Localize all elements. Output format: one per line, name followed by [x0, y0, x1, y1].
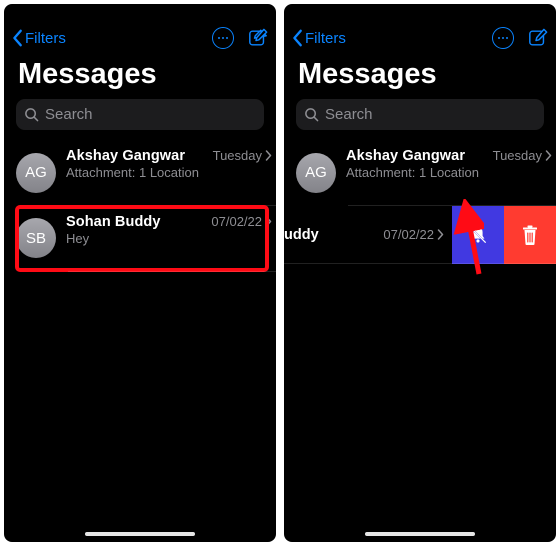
swipe-mute-button[interactable]	[452, 206, 504, 264]
avatar: AG	[296, 153, 336, 193]
back-label: Filters	[305, 30, 346, 47]
swipe-delete-button[interactable]	[504, 206, 556, 264]
page-title: Messages	[4, 58, 276, 99]
timestamp: Tuesday	[493, 148, 552, 163]
conversations-list: AG Akshay Gangwar Tuesday Attachment: 1 …	[284, 140, 556, 264]
phone-left: Filters Messages Search	[4, 4, 276, 542]
home-indicator[interactable]	[365, 532, 475, 536]
search-placeholder: Search	[45, 106, 93, 123]
message-preview: Attachment: 1 Location	[66, 165, 272, 198]
conversation-row-swiped[interactable]: uddy 07/02/22	[284, 206, 556, 264]
conversation-row[interactable]: AG Akshay Gangwar Tuesday Attachment: 1 …	[284, 140, 556, 206]
search-input[interactable]: Search	[296, 99, 544, 130]
chevron-right-icon	[265, 150, 272, 161]
back-button[interactable]: Filters	[12, 29, 66, 47]
message-preview: Hey	[66, 231, 272, 264]
timestamp: Tuesday	[213, 148, 272, 163]
back-label: Filters	[25, 30, 66, 47]
conversation-row[interactable]: SB Sohan Buddy 07/02/22 Hey	[4, 206, 276, 272]
bell-slash-icon	[467, 224, 489, 246]
search-icon	[304, 107, 319, 122]
message-preview: Attachment: 1 Location	[346, 165, 552, 198]
contact-name: Akshay Gangwar	[66, 148, 185, 164]
chevron-left-icon	[12, 29, 24, 47]
search-icon	[24, 107, 39, 122]
chevron-right-icon	[265, 216, 272, 227]
avatar: SB	[16, 218, 56, 258]
chevron-left-icon	[292, 29, 304, 47]
avatar: AG	[16, 153, 56, 193]
more-button[interactable]	[212, 27, 234, 49]
compose-icon	[528, 28, 548, 48]
conversation-row[interactable]: AG Akshay Gangwar Tuesday Attachment: 1 …	[4, 140, 276, 206]
compose-button[interactable]	[528, 28, 548, 48]
timestamp: 07/02/22	[211, 214, 272, 229]
compose-icon	[248, 28, 268, 48]
search-placeholder: Search	[325, 106, 373, 123]
contact-name: Sohan Buddy	[66, 214, 161, 230]
search-input[interactable]: Search	[16, 99, 264, 130]
chevron-right-icon	[437, 229, 444, 240]
ellipsis-icon	[218, 37, 229, 39]
status-bar	[4, 4, 276, 18]
back-button[interactable]: Filters	[292, 29, 346, 47]
phone-right: Filters Messages Search AG	[284, 4, 556, 542]
status-bar	[284, 4, 556, 18]
trash-icon	[520, 224, 540, 246]
timestamp: 07/02/22	[383, 227, 444, 242]
compose-button[interactable]	[248, 28, 268, 48]
nav-bar: Filters	[4, 18, 276, 58]
contact-name-partial: uddy	[284, 227, 319, 243]
ellipsis-icon	[498, 37, 509, 39]
contact-name: Akshay Gangwar	[346, 148, 465, 164]
chevron-right-icon	[545, 150, 552, 161]
conversations-list: AG Akshay Gangwar Tuesday Attachment: 1 …	[4, 140, 276, 271]
home-indicator[interactable]	[85, 532, 195, 536]
more-button[interactable]	[492, 27, 514, 49]
page-title: Messages	[284, 58, 556, 99]
nav-bar: Filters	[284, 18, 556, 58]
